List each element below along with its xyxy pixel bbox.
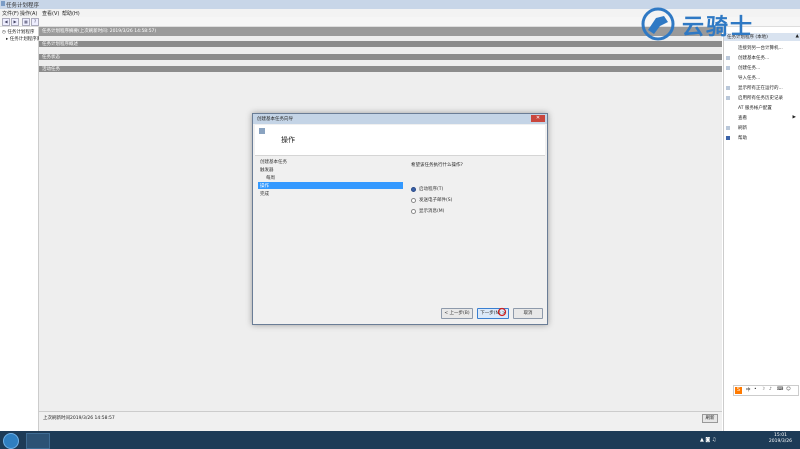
summary-footer: 上次刷新时间2019/3/26 14:58:57 刷新 bbox=[39, 411, 722, 432]
watermark-text: 云骑士 bbox=[682, 15, 755, 40]
menu-help[interactable]: 帮助(H) bbox=[62, 10, 80, 17]
action-refresh[interactable]: 刷新 bbox=[726, 124, 798, 132]
step-action: 操作 bbox=[258, 182, 403, 189]
tray-network-icon[interactable]: ▲ ◙ ♫ bbox=[700, 437, 716, 443]
ime-moon-icon[interactable]: ☽ bbox=[761, 387, 765, 392]
wizard-steps: 创建基本任务 触发器 每周 操作 完成 bbox=[255, 156, 403, 321]
action-view[interactable]: 查看 ▶ bbox=[726, 114, 798, 122]
submenu-arrow-icon: ▶ bbox=[792, 115, 796, 120]
help-icon[interactable]: ? bbox=[31, 18, 39, 26]
tree-library-label: 任务计划程序库 bbox=[9, 37, 42, 42]
dialog-close-button[interactable]: ✕ bbox=[531, 115, 545, 122]
ime-sound-icon[interactable]: ♪ bbox=[769, 387, 772, 392]
back-arrow-icon[interactable]: ◀ bbox=[2, 18, 10, 26]
menu-action[interactable]: 操作(A) bbox=[20, 10, 37, 17]
forward-arrow-icon[interactable]: ▶ bbox=[11, 18, 19, 26]
taskbar-scheduler-app[interactable] bbox=[26, 433, 50, 449]
menu-view[interactable]: 查看(V) bbox=[42, 10, 59, 17]
ime-keyboard-icon[interactable]: ⌨ bbox=[777, 387, 784, 392]
action-show-running[interactable]: 显示所有正在运行的... bbox=[726, 84, 798, 92]
overview-section-label: 任务计划程序概述 bbox=[42, 42, 78, 47]
active-tasks-section-label: 活动任务 bbox=[42, 67, 60, 72]
dialog-titlebar: 创建基本任务向导 ✕ bbox=[253, 114, 547, 124]
horse-rider-icon bbox=[641, 7, 675, 41]
step-weekly: 每周 bbox=[266, 176, 275, 181]
tree-root-label: 任务计划程序 bbox=[7, 30, 35, 35]
tray-date: 2019/3/26 bbox=[768, 439, 792, 444]
tray-clock[interactable]: 15:01 2019/3/26 bbox=[769, 433, 792, 445]
console-tree: ◷ 任务计划程序 ▸ 任务计划程序库 bbox=[0, 27, 41, 431]
refresh-button[interactable]: 刷新 bbox=[702, 414, 718, 423]
action-help[interactable]: 帮助 bbox=[726, 134, 798, 142]
radio-selected-icon bbox=[411, 187, 416, 192]
wizard-content: 希望该任务执行什么操作? 启动程序(T) 发送电子邮件(S) 显示消息(M) bbox=[411, 163, 463, 214]
ime-toolbar: S 中 • ☽ ♪ ⌨ ☺ bbox=[733, 385, 799, 396]
radio-unselected-icon bbox=[411, 209, 416, 214]
tree-library[interactable]: ▸ 任务计划程序库 bbox=[6, 36, 41, 42]
collapse-arrow-icon[interactable]: ▲ bbox=[796, 34, 799, 39]
step-trigger: 触发器 bbox=[260, 168, 274, 173]
task-status-section-label: 任务状态 bbox=[42, 55, 60, 60]
ime-chinese-mode[interactable]: 中 bbox=[746, 387, 751, 393]
dialog-header: 操作 bbox=[255, 125, 545, 156]
action-enable-history[interactable]: 启用所有任务历史记录 bbox=[726, 94, 798, 102]
app-icon bbox=[1, 1, 5, 6]
tree-root[interactable]: ◷ 任务计划程序 bbox=[2, 29, 34, 35]
console-tree-icon[interactable]: ▦ bbox=[22, 18, 30, 26]
task-icon bbox=[726, 66, 730, 70]
back-button[interactable]: < 上一步(B) bbox=[441, 308, 473, 319]
task-icon bbox=[726, 56, 730, 60]
action-create-basic-task[interactable]: 创建基本任务... bbox=[726, 54, 798, 62]
summary-status-band: 任务计划程序摘要(上次刷新时间: 2019/3/26 14:58:57) bbox=[39, 27, 722, 36]
ime-punctuation[interactable]: • bbox=[754, 387, 757, 392]
action-create-task[interactable]: 创建任务... bbox=[726, 64, 798, 72]
cursor-highlight-icon bbox=[497, 307, 507, 317]
step-finish: 完成 bbox=[260, 192, 269, 197]
action-import-task[interactable]: 导入任务... bbox=[726, 74, 798, 82]
actions-pane: 任务计划程序 (本地) ▲ 连接到另一台计算机... 创建基本任务... 创建任… bbox=[723, 27, 800, 431]
start-button[interactable] bbox=[3, 433, 19, 449]
list-icon bbox=[726, 86, 730, 90]
help-icon bbox=[726, 136, 730, 140]
overview-section-header[interactable]: 任务计划程序概述 bbox=[39, 41, 722, 47]
refresh-icon bbox=[726, 126, 730, 130]
basic-task-wizard-dialog: 创建基本任务向导 ✕ 操作 创建基本任务 触发器 每周 操作 完成 希望该任务执… bbox=[252, 113, 548, 325]
wizard-icon bbox=[259, 128, 265, 134]
window-title: 任务计划程序 bbox=[6, 3, 40, 9]
action-at-service-config[interactable]: AT 服务帐户配置 bbox=[726, 104, 798, 112]
clock-folder-icon: ◷ bbox=[2, 30, 6, 35]
task-status-section-header[interactable]: 任务状态 bbox=[39, 54, 722, 60]
action-question: 希望该任务执行什么操作? bbox=[411, 163, 463, 168]
folder-icon: ▸ bbox=[6, 37, 9, 42]
dialog-heading: 操作 bbox=[281, 136, 295, 144]
radio-unselected-icon bbox=[411, 198, 416, 203]
taskbar: ▲ ◙ ♫ 15:01 2019/3/26 bbox=[0, 431, 800, 449]
history-icon bbox=[726, 96, 730, 100]
menu-file[interactable]: 文件(F) bbox=[2, 10, 19, 17]
ime-user-icon[interactable]: ☺ bbox=[786, 387, 791, 392]
last-refresh-text: 上次刷新时间2019/3/26 14:58:57 bbox=[43, 416, 115, 421]
active-tasks-section-header[interactable]: 活动任务 bbox=[39, 66, 722, 72]
watermark-logo: 云骑士 bbox=[632, 4, 782, 44]
step-create-basic-task: 创建基本任务 bbox=[260, 160, 287, 165]
action-connect[interactable]: 连接到另一台计算机... bbox=[726, 44, 798, 52]
sogou-ime-icon[interactable]: S bbox=[735, 387, 742, 394]
summary-status-line: 任务计划程序摘要(上次刷新时间: 2019/3/26 14:58:57) bbox=[42, 29, 157, 34]
dialog-title: 创建基本任务向导 bbox=[257, 117, 293, 122]
cancel-button[interactable]: 取消 bbox=[513, 308, 543, 319]
